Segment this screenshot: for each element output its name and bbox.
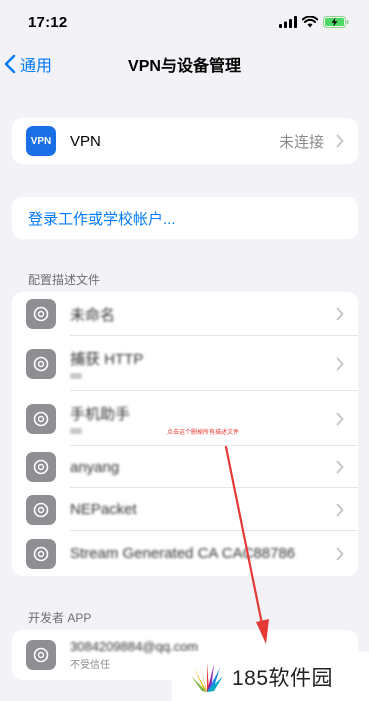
red-arrow-annotation xyxy=(224,445,269,644)
watermark-text: 185软件园 xyxy=(232,666,334,690)
watermark: 185软件园 xyxy=(172,652,369,701)
starburst-logo-icon xyxy=(191,661,223,692)
